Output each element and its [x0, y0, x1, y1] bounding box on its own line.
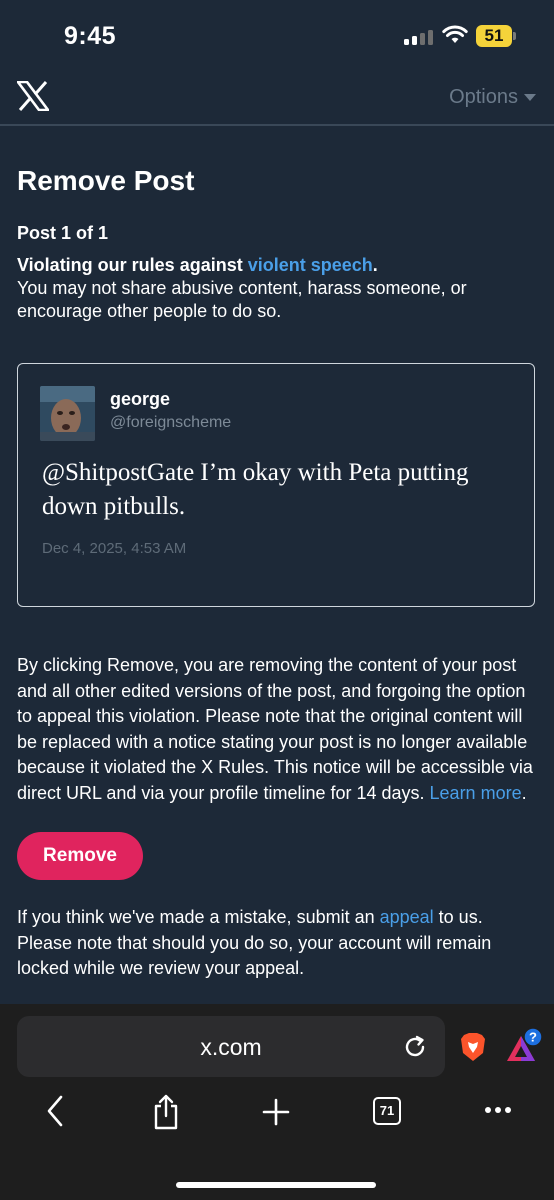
avatar [40, 386, 95, 441]
main-content: Remove Post Post 1 of 1 Violating our ru… [17, 126, 537, 982]
x-logo-icon[interactable] [17, 81, 49, 111]
share-icon[interactable] [152, 1094, 180, 1130]
post-count: Post 1 of 1 [17, 223, 109, 243]
violation-suffix: . [372, 255, 378, 275]
post-timestamp: Dec 4, 2025, 4:53 AM [42, 540, 187, 557]
more-icon[interactable] [484, 1106, 512, 1114]
page-title: Remove Post [17, 165, 195, 196]
notice-end: . [521, 782, 527, 803]
chevron-down-icon [524, 94, 536, 102]
violation-summary: Violating our rules against violent spee… [17, 254, 537, 323]
post-text: @ShitpostGate I’m okay with Peta putting… [42, 459, 469, 520]
notice-text: By clicking Remove, you are removing the… [17, 655, 533, 803]
removal-notice: By clicking Remove, you are removing the… [17, 653, 537, 806]
battery-tip [513, 32, 516, 40]
appeal-prefix: If you think we've made a mistake, submi… [17, 907, 380, 927]
svg-text:?: ? [529, 1030, 537, 1045]
learn-more-link[interactable]: Learn more [430, 783, 522, 803]
appeal-link[interactable]: appeal [380, 907, 434, 927]
appeal-notice: If you think we've made a mistake, submi… [17, 905, 537, 982]
reload-icon[interactable] [402, 1034, 428, 1060]
new-tab-icon[interactable] [262, 1098, 290, 1126]
status-bar: 9:45 51 [0, 0, 554, 70]
site-header: Options [0, 70, 554, 126]
status-time: 9:45 [64, 22, 117, 50]
post-card: george @foreignscheme @ShitpostGate I’m … [17, 363, 535, 607]
back-icon[interactable] [44, 1094, 68, 1128]
browser-bar: x.com ? 71 [0, 1004, 554, 1200]
violent-speech-link[interactable]: violent speech [248, 255, 373, 275]
url-text: x.com [200, 1034, 262, 1060]
browser-toolbar: 71 [0, 1094, 554, 1154]
cellular-signal-icon [404, 29, 434, 45]
tabs-icon[interactable]: 71 [373, 1097, 401, 1125]
options-label: Options [449, 86, 518, 108]
battery-icon: 51 [476, 25, 512, 47]
address-bar[interactable]: x.com [17, 1016, 445, 1077]
wifi-icon [442, 25, 468, 43]
brave-rewards-icon[interactable]: ? [504, 1028, 544, 1068]
violation-description: You may not share abusive content, haras… [17, 278, 467, 321]
options-dropdown[interactable]: Options [449, 86, 536, 109]
home-indicator[interactable] [176, 1182, 376, 1188]
brave-shields-icon[interactable] [460, 1032, 486, 1062]
post-author-handle: @foreignscheme [110, 414, 232, 431]
violation-prefix: Violating our rules against [17, 255, 248, 275]
remove-button[interactable]: Remove [17, 832, 143, 880]
tab-count: 71 [379, 1103, 395, 1118]
post-author-name: george [110, 389, 171, 409]
